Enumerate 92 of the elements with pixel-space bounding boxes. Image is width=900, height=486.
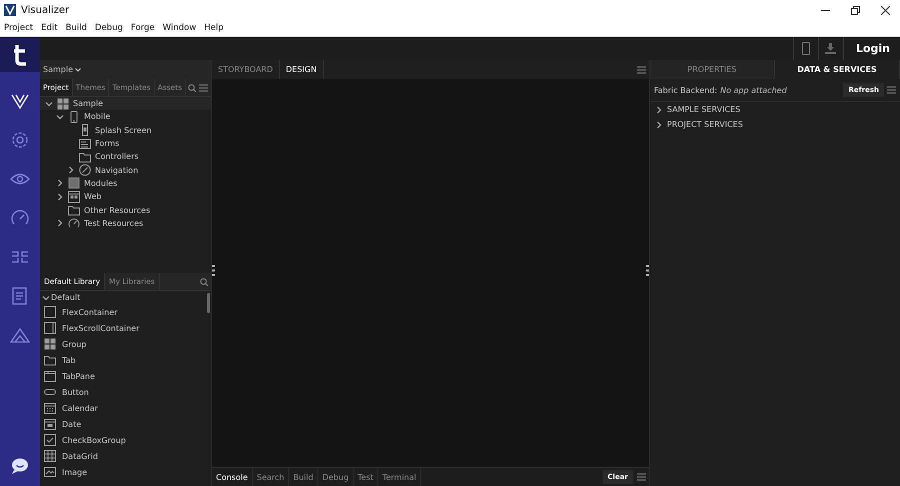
- chevron-down-icon[interactable]: [42, 294, 50, 302]
- menu-item[interactable]: Window: [162, 23, 196, 33]
- folder-icon: [44, 354, 56, 366]
- console-tab[interactable]: Search: [252, 468, 290, 486]
- menu-item[interactable]: Edit: [41, 23, 58, 33]
- menu-item[interactable]: Project: [4, 23, 34, 33]
- widget-item[interactable]: TabPane: [62, 372, 95, 380]
- menu-item[interactable]: Help: [204, 23, 224, 33]
- phone-icon[interactable]: [802, 42, 810, 55]
- image-icon: [44, 466, 56, 478]
- tree-item[interactable]: Navigation: [95, 166, 138, 175]
- settings-icon[interactable]: [10, 130, 30, 150]
- menu-icon[interactable]: [637, 473, 646, 481]
- button-shape-icon: [44, 386, 56, 398]
- widget-item[interactable]: FlexContainer: [62, 308, 118, 316]
- checkbox-icon: [44, 434, 56, 446]
- download-icon[interactable]: [825, 43, 836, 54]
- phone-icon: [68, 110, 80, 123]
- editor-tab[interactable]: STORYBOARD: [212, 60, 280, 79]
- phone-icon: [79, 124, 91, 136]
- chat-icon[interactable]: [10, 456, 30, 476]
- console-tab[interactable]: Build: [289, 468, 318, 486]
- library-group[interactable]: Default: [51, 293, 80, 302]
- menu-item[interactable]: Debug: [94, 23, 123, 33]
- chevron-down-icon[interactable]: [56, 112, 64, 121]
- folder-icon: [68, 204, 80, 216]
- grid-icon: [44, 338, 56, 350]
- chevron-right-icon[interactable]: [655, 120, 663, 128]
- fabric-status: No app attached: [720, 86, 787, 94]
- restore-icon[interactable]: [850, 6, 860, 14]
- widget-item[interactable]: Date: [62, 420, 82, 428]
- widget-item[interactable]: Group: [62, 340, 86, 348]
- widget-item[interactable]: CheckBoxGroup: [62, 436, 126, 444]
- widget-item[interactable]: Button: [62, 388, 89, 396]
- panel-tab[interactable]: PROPERTIES: [650, 60, 775, 79]
- console-tab[interactable]: Terminal: [378, 468, 422, 486]
- folder-icon: [79, 150, 91, 163]
- widget-item[interactable]: Calendar: [62, 404, 98, 412]
- web-icon: [68, 190, 80, 203]
- resize-grip-icon[interactable]: [646, 265, 649, 276]
- tree-item[interactable]: Forms: [95, 139, 120, 148]
- mountain-icon[interactable]: [10, 325, 30, 345]
- tree-item[interactable]: Sample: [73, 99, 103, 108]
- chevron-right-icon[interactable]: [56, 219, 64, 228]
- services-section[interactable]: SAMPLE SERVICES: [667, 105, 740, 114]
- date-icon: [44, 418, 56, 430]
- calendar-icon: [44, 402, 56, 414]
- menu-item[interactable]: Build: [66, 23, 87, 33]
- menu-icon[interactable]: [637, 66, 646, 74]
- chevron-right-icon[interactable]: [67, 166, 75, 174]
- tree-item[interactable]: Test Resources: [84, 218, 144, 228]
- chevron-right-icon[interactable]: [56, 179, 64, 188]
- menu-icon[interactable]: [887, 86, 896, 94]
- tree-item[interactable]: Modules: [84, 178, 118, 188]
- menu-icon[interactable]: [199, 84, 208, 92]
- tree-item[interactable]: Controllers: [95, 152, 139, 162]
- widget-item[interactable]: DataGrid: [62, 452, 98, 460]
- scroll-container-icon: [44, 322, 56, 334]
- form-icon: [79, 138, 91, 150]
- app-logo-icon: [4, 4, 16, 16]
- console-tab[interactable]: Console: [212, 468, 253, 486]
- resize-grip-icon[interactable]: [212, 265, 215, 276]
- table-icon: [44, 450, 56, 462]
- grid-icon: [57, 98, 69, 110]
- project-dropdown[interactable]: Sample: [43, 65, 81, 74]
- scrollbar-thumb[interactable]: [207, 293, 210, 313]
- module-icon: [68, 177, 80, 190]
- chevron-down-icon[interactable]: [45, 100, 53, 108]
- services-section[interactable]: PROJECT SERVICES: [667, 120, 743, 129]
- chevron-right-icon[interactable]: [655, 106, 663, 114]
- tree-item[interactable]: Splash Screen: [95, 126, 152, 135]
- window-title: Visualizer: [21, 4, 70, 16]
- widget-item[interactable]: Image: [62, 468, 88, 476]
- chevron-right-icon[interactable]: [56, 192, 64, 201]
- tree-item[interactable]: Mobile: [84, 112, 110, 122]
- search-icon[interactable]: [200, 278, 208, 286]
- widget-item[interactable]: FlexScrollContainer: [62, 324, 140, 332]
- widget-item[interactable]: Tab: [62, 356, 76, 364]
- container-icon: [44, 306, 56, 318]
- fabric-label: Fabric Backend:: [654, 86, 718, 94]
- tree-item[interactable]: Web: [84, 192, 102, 202]
- caret-icon: [75, 68, 81, 72]
- gauge-icon: [68, 217, 80, 230]
- close-icon[interactable]: [880, 6, 890, 14]
- tree-item[interactable]: Other Resources: [84, 206, 150, 215]
- console-tab[interactable]: Debug: [318, 468, 354, 486]
- tab-pane-icon: [44, 370, 56, 382]
- search-icon[interactable]: [188, 84, 196, 92]
- menu-item[interactable]: Forge: [130, 23, 155, 33]
- editor-tab[interactable]: DESIGN: [280, 60, 324, 79]
- compass-icon: [79, 164, 91, 176]
- console-tab[interactable]: Test: [354, 468, 378, 486]
